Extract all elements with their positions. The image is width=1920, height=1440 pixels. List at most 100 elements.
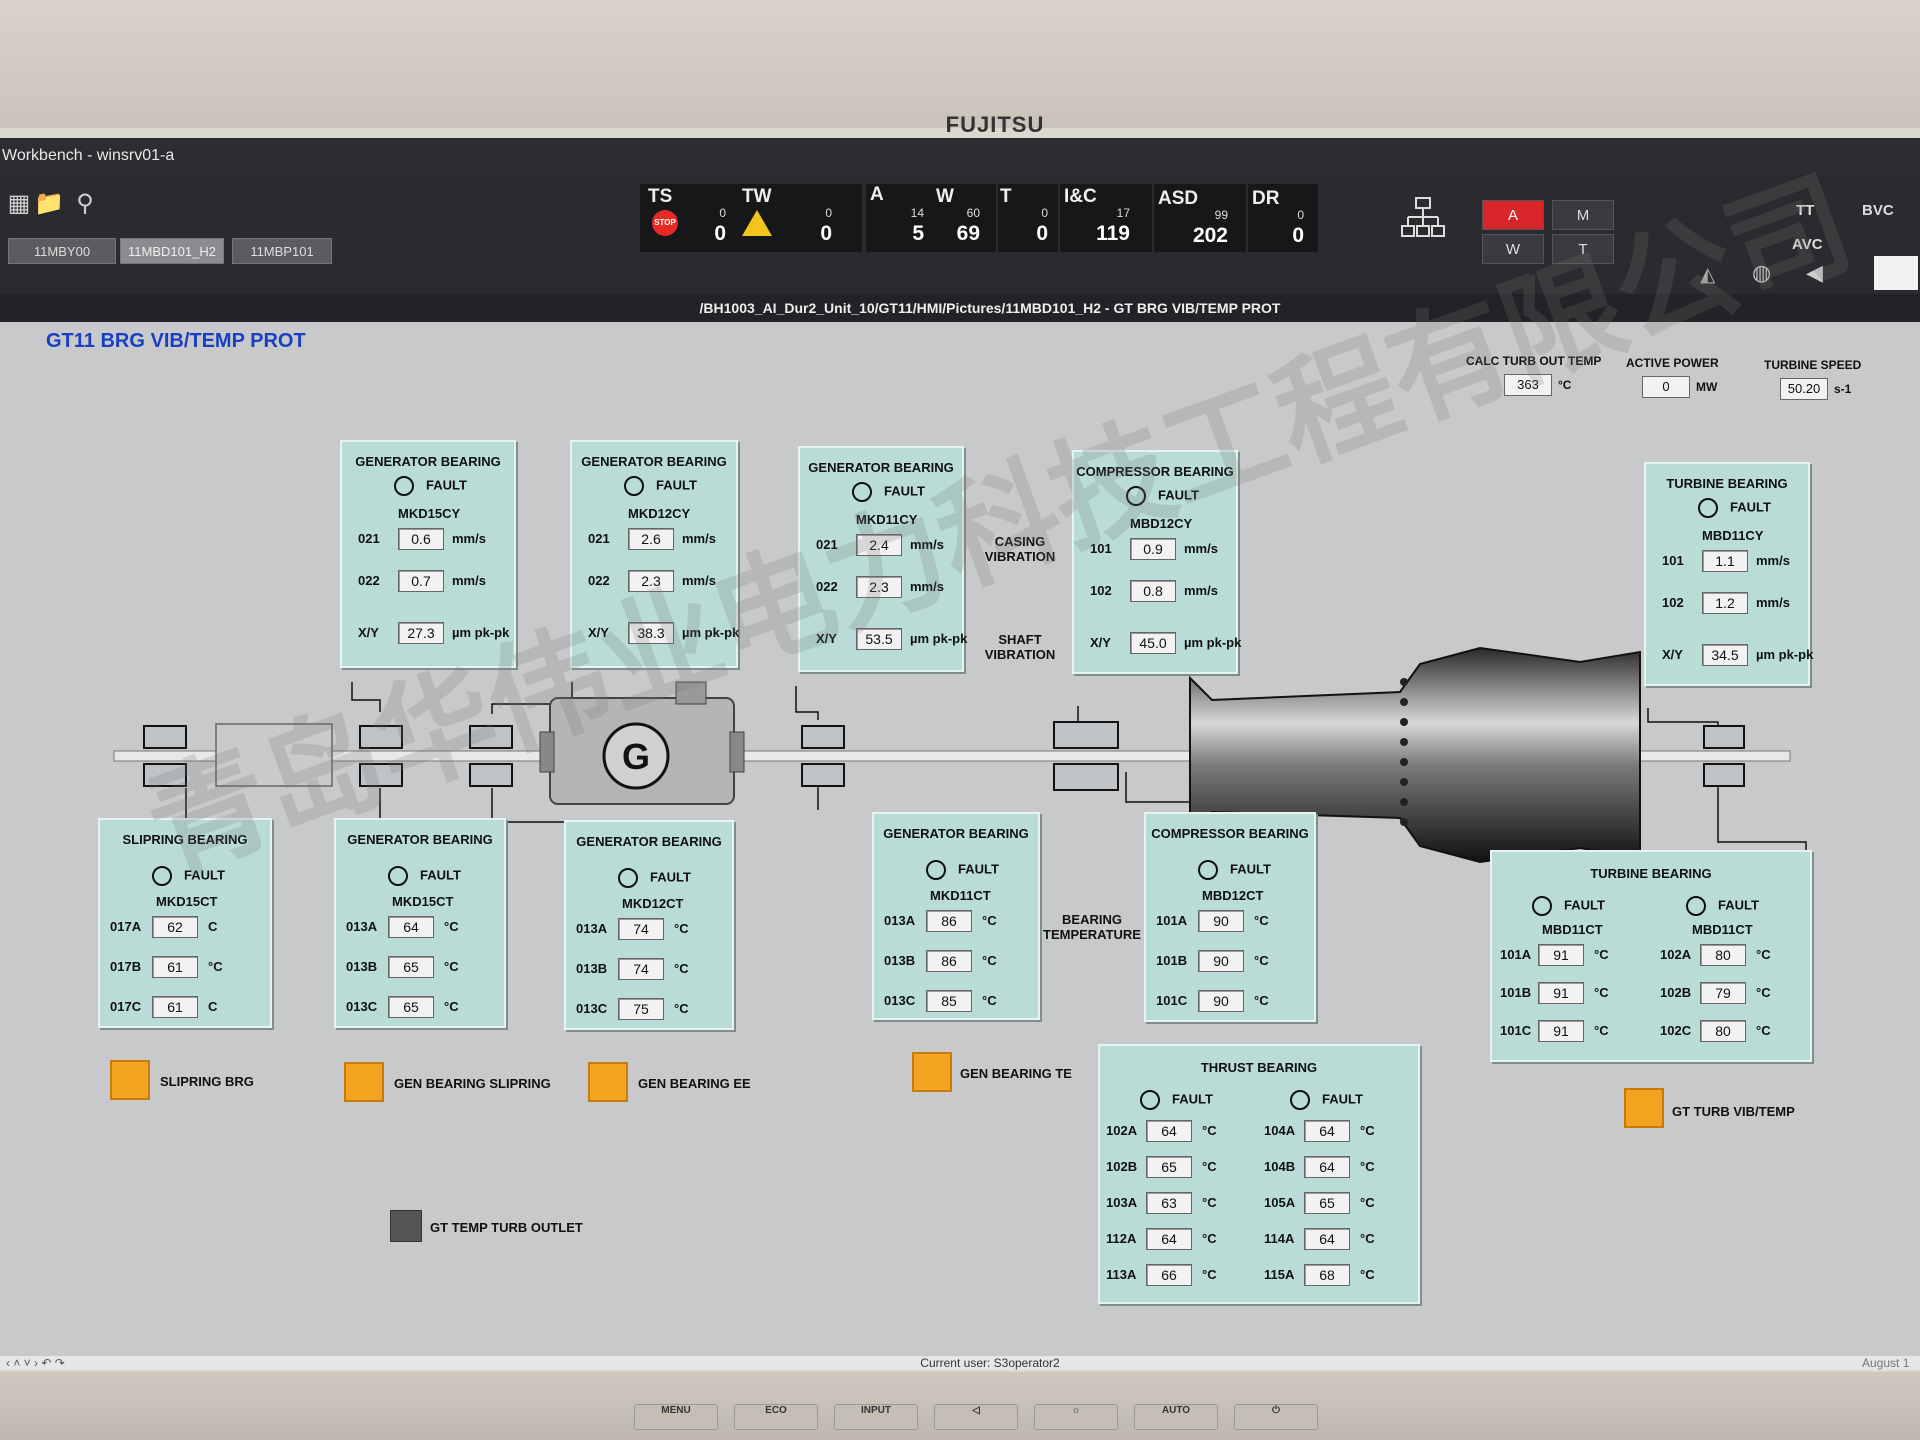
turbine-temp-tag-right: MBD11CT: [1692, 922, 1753, 937]
unit-label: °C: [1254, 953, 1269, 968]
panel-title: GENERATOR BEARING: [355, 454, 501, 469]
row-label: 013B: [346, 959, 378, 974]
alarm-group-asd[interactable]: ASD 99 202: [1154, 184, 1246, 252]
value-field: 91: [1538, 944, 1584, 966]
monitor-button[interactable]: ⏻: [1234, 1404, 1318, 1430]
row-label: 013A: [884, 913, 916, 928]
pointer-icon[interactable]: ◭: [1700, 262, 1726, 288]
unit-label: °C: [1254, 993, 1269, 1008]
value-field: 61: [152, 956, 198, 978]
value-field: 90: [1198, 990, 1244, 1012]
tab-11mbp101[interactable]: 11MBP101: [232, 238, 332, 264]
panel-tag: MBD12CY: [1130, 516, 1193, 531]
mode-m-button[interactable]: M: [1552, 200, 1614, 230]
value-field: 34.5: [1702, 644, 1748, 666]
alarm-group-ic[interactable]: I&C 17 119: [1060, 184, 1152, 252]
turbine-temp-tag-left: MBD11CT: [1542, 922, 1603, 937]
vib-panel-turb-mbd11cy: TURBINE BEARING FAULT MBD11CY 101 1.1 mm/s 102…: [1644, 462, 1813, 686]
value-field: 65: [1304, 1192, 1350, 1214]
bvc-button[interactable]: BVC: [1862, 202, 1894, 219]
heat-wave-icon: [588, 1062, 628, 1102]
fault-indicator[interactable]: FAULT: [1198, 860, 1271, 880]
fault-indicator[interactable]: FAULT: [852, 482, 925, 502]
row-label: 013C: [576, 1001, 608, 1016]
binoculars-icon[interactable]: ⚲: [70, 190, 100, 218]
fault-indicator[interactable]: FAULT: [152, 866, 225, 886]
fault-lamp-icon: [1126, 486, 1146, 506]
heat-wave-icon: [110, 1060, 150, 1100]
unit-label: °C: [674, 961, 689, 976]
mode-a-button[interactable]: A: [1482, 200, 1544, 230]
blank-button[interactable]: [1874, 256, 1918, 290]
fault-label: FAULT: [656, 477, 697, 493]
tab-11mby00[interactable]: 11MBY00: [8, 238, 116, 264]
monitor-button[interactable]: ☼: [1034, 1404, 1118, 1430]
value-field: 90: [1198, 910, 1244, 932]
value-field: 66: [1146, 1264, 1192, 1286]
alarm-group-a-w[interactable]: A 14 5 W 60 69: [866, 184, 996, 252]
alarm-group-ts-tw[interactable]: TS STOP 0 0 TW 0 0: [640, 184, 862, 252]
panel-tag: MKD12CY: [628, 506, 691, 521]
fault-indicator[interactable]: FAULT: [394, 476, 467, 496]
unit-label: °C: [1360, 1159, 1375, 1174]
fault-indicator[interactable]: FAULT: [618, 868, 691, 888]
network-topology-icon[interactable]: [1400, 196, 1446, 240]
unit-label: °C: [444, 999, 459, 1014]
fault-indicator[interactable]: FAULT: [1532, 896, 1605, 916]
avc-button[interactable]: AVC: [1792, 236, 1823, 253]
alarm-group-t[interactable]: T 0 0: [998, 184, 1058, 252]
monitor-button[interactable]: ◁: [934, 1404, 1018, 1430]
panel-title: SLIPRING BEARING: [122, 832, 248, 847]
monitor-button[interactable]: ECO: [734, 1404, 818, 1430]
fault-label: FAULT: [958, 861, 999, 877]
fault-indicator[interactable]: FAULT: [1140, 1090, 1213, 1110]
row-label: 102C: [1660, 1023, 1692, 1038]
row-label: 103A: [1106, 1195, 1138, 1210]
alarm-group-dr[interactable]: DR 0 0: [1248, 184, 1318, 252]
vib-panel-gen-mkd12cy: GENERATOR BEARING FAULT MKD12CY 021 2.6 mm/s 0…: [570, 440, 739, 668]
thrust-title: THRUST BEARING: [1200, 1060, 1318, 1075]
value-field: 2.3: [628, 570, 674, 592]
row-label: 101: [1662, 553, 1684, 568]
fault-indicator[interactable]: FAULT: [388, 866, 461, 886]
panel-title: GENERATOR BEARING: [576, 834, 722, 849]
unit-label: °C: [982, 913, 997, 928]
monitor-button[interactable]: INPUT: [834, 1404, 918, 1430]
unit-label: µm pk-pk: [1184, 635, 1242, 650]
row-label: 105A: [1264, 1195, 1296, 1210]
mute-icon[interactable]: ◀: [1806, 260, 1836, 288]
fault-indicator[interactable]: FAULT: [1698, 498, 1771, 518]
fault-indicator[interactable]: FAULT: [926, 860, 999, 880]
fault-lamp-icon: [388, 866, 408, 886]
monitor-button[interactable]: AUTO: [1134, 1404, 1218, 1430]
alarm-ts-small: 0: [719, 206, 726, 220]
fault-lamp-icon: [624, 476, 644, 496]
fault-indicator[interactable]: FAULT: [1126, 486, 1199, 506]
tab-11mbd101-h2[interactable]: 11MBD101_H2: [120, 238, 224, 264]
alarm-tw-label: TW: [742, 186, 772, 207]
fault-indicator[interactable]: FAULT: [624, 476, 697, 496]
folder-star-icon[interactable]: 📁: [34, 190, 64, 218]
mode-w-button[interactable]: W: [1482, 234, 1544, 264]
monitor-button[interactable]: MENU: [634, 1404, 718, 1430]
fault-indicator[interactable]: FAULT: [1290, 1090, 1363, 1110]
grid-icon[interactable]: ▦: [4, 190, 34, 218]
row-label: 104A: [1264, 1123, 1296, 1138]
value-field: 86: [926, 910, 972, 932]
fault-lamp-icon: [152, 866, 172, 886]
row-label: X/Y: [588, 625, 609, 640]
screen: Workbench - winsrv01-a ▦ 📁 ⚲ 11MBY00 11M…: [0, 138, 1920, 1370]
unit-label: °C: [1202, 1231, 1217, 1246]
tt-button[interactable]: TT: [1796, 202, 1814, 219]
fault-label: FAULT: [650, 869, 691, 885]
fault-indicator[interactable]: FAULT: [1686, 896, 1759, 916]
globe-icon[interactable]: ◍: [1752, 260, 1782, 288]
row-label: 101C: [1156, 993, 1188, 1008]
alarm-a-count: 5: [912, 222, 924, 245]
row-label: 021: [816, 537, 838, 552]
value-field: 2.4: [856, 534, 902, 556]
row-label: 101A: [1500, 947, 1532, 962]
window-title: Workbench - winsrv01-a: [0, 138, 1920, 174]
row-label: 102B: [1660, 985, 1692, 1000]
mode-t-button[interactable]: T: [1552, 234, 1614, 264]
